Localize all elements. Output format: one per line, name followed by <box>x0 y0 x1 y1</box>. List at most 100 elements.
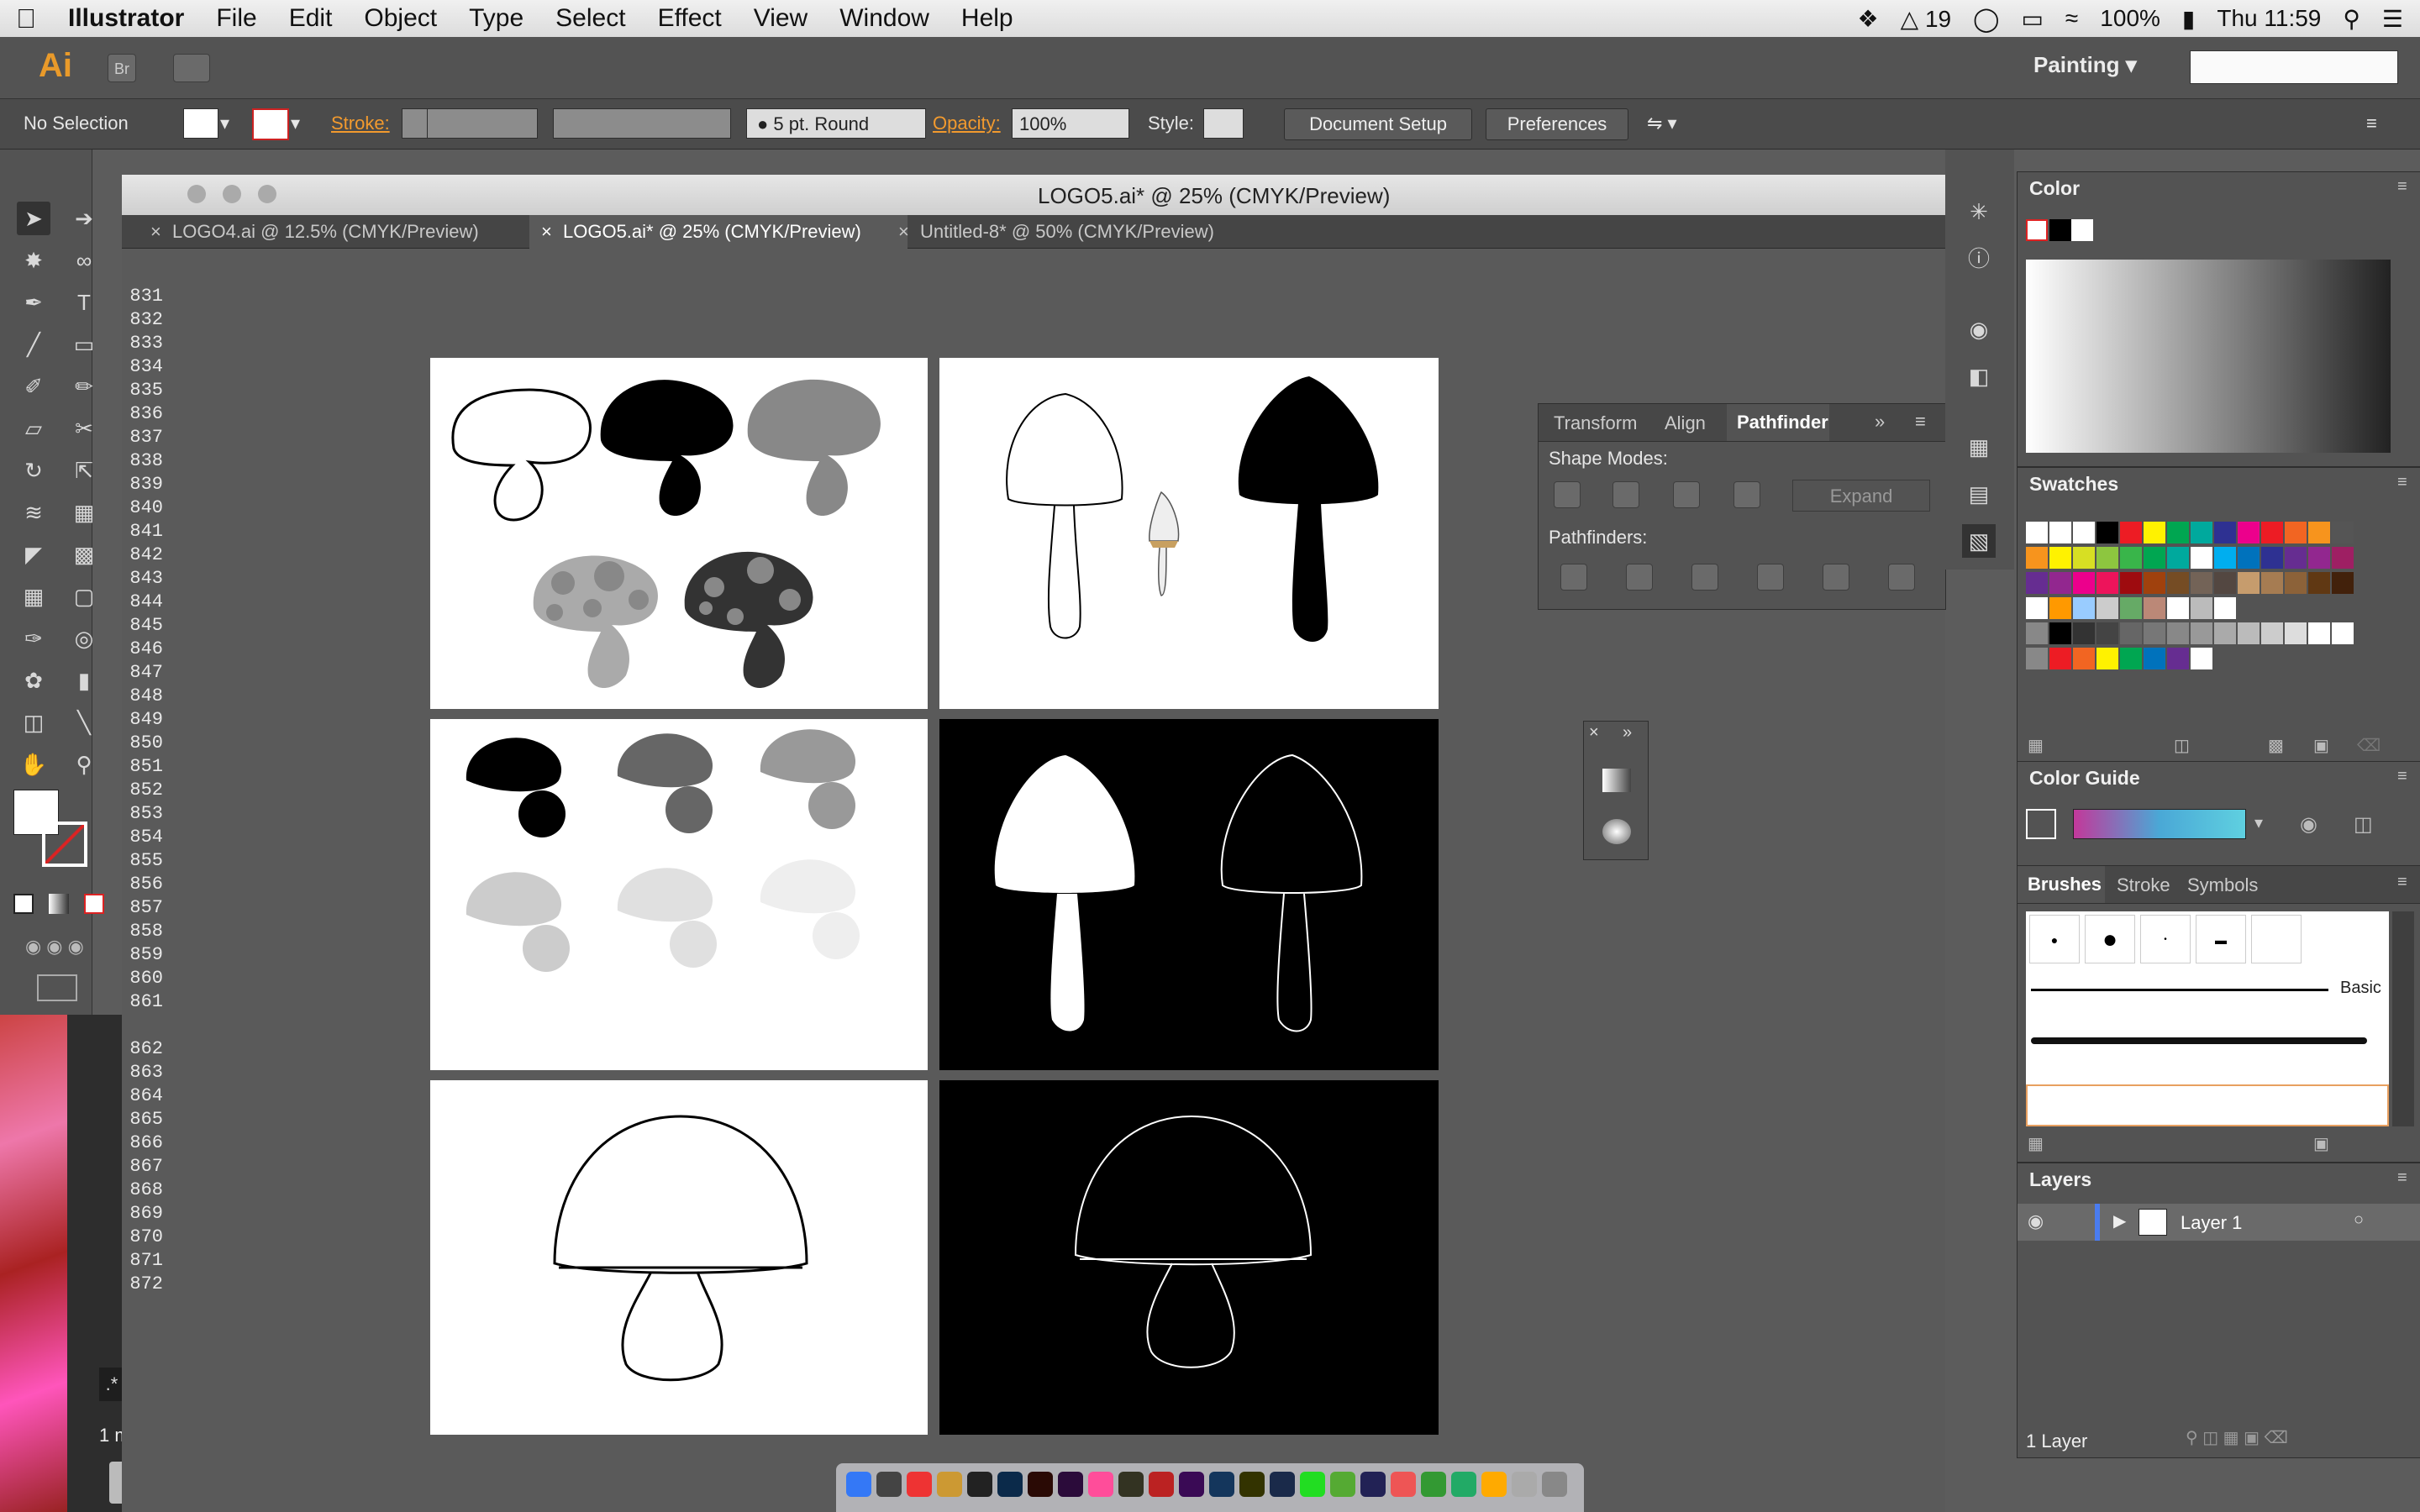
color-swatch[interactable] <box>2049 597 2071 619</box>
control-menu-icon[interactable]: ≡ <box>2366 108 2400 139</box>
dock-app-icon[interactable] <box>937 1472 962 1497</box>
color-swatch[interactable] <box>2308 522 2330 543</box>
color-swatch[interactable] <box>2096 622 2118 644</box>
close-icon[interactable]: × <box>1589 723 1599 743</box>
preferences-button[interactable]: Preferences <box>1486 108 1628 140</box>
workspace-switcher[interactable]: Painting ▾ <box>2033 52 2137 78</box>
minimize-window-button[interactable] <box>223 185 241 203</box>
color-swatch[interactable] <box>2096 597 2118 619</box>
color-swatch[interactable] <box>2026 648 2048 669</box>
gradient-icon[interactable]: ▢ <box>67 580 101 613</box>
layer-row[interactable]: ◉ ▶ Layer 1 ○ <box>2018 1204 2420 1241</box>
color-swatch[interactable] <box>2049 522 2071 543</box>
color-swatch[interactable] <box>2120 597 2142 619</box>
edit-colors-icon[interactable]: ◉ <box>2300 812 2317 837</box>
color-swatch[interactable] <box>2096 522 2118 543</box>
airplay-icon[interactable]: ▭ <box>2021 5 2043 33</box>
layer-actions-icons[interactable]: ⚲ ◫ ▦ ▣ ⌫ <box>2186 1427 2288 1448</box>
brush-library-icon[interactable]: ▦ <box>2028 1133 2044 1154</box>
base-color-swatch[interactable] <box>2026 809 2056 839</box>
panel-expand-icon[interactable]: » <box>1623 723 1632 743</box>
white-swatch[interactable] <box>2071 219 2093 241</box>
graph-icon[interactable]: ▮ <box>67 664 101 697</box>
arrange-icon[interactable]: ⇋ ▾ <box>1647 108 1697 139</box>
close-window-button[interactable] <box>187 185 206 203</box>
dock-app-icon[interactable] <box>1239 1472 1265 1497</box>
color-swatch[interactable] <box>2261 622 2283 644</box>
close-icon[interactable]: × <box>150 215 161 249</box>
chevron-down-icon[interactable]: ▾ <box>291 108 308 139</box>
appearance-icon[interactable]: ◉ <box>1962 312 1996 346</box>
color-swatch[interactable] <box>2332 572 2354 594</box>
new-brush-icon[interactable]: ▣ <box>2313 1133 2329 1154</box>
type-tool-icon[interactable]: T <box>67 286 101 319</box>
color-swatch[interactable] <box>2332 547 2354 569</box>
color-swatch[interactable] <box>2049 622 2071 644</box>
trim-icon[interactable] <box>1626 564 1653 591</box>
panel-menu-icon[interactable]: ≡ <box>2397 873 2407 892</box>
opacity-label[interactable]: Opacity: <box>933 108 1001 139</box>
dock-app-icon[interactable] <box>1421 1472 1446 1497</box>
dock-app-icon[interactable] <box>846 1472 871 1497</box>
menu-view[interactable]: View <box>738 4 823 33</box>
menu-window[interactable]: Window <box>823 4 945 33</box>
color-swatch[interactable] <box>2144 522 2165 543</box>
brush-pattern-stroke[interactable] <box>2026 1084 2389 1126</box>
dock-app-icon[interactable] <box>907 1472 932 1497</box>
color-swatch[interactable] <box>2191 648 2212 669</box>
intersect-icon[interactable] <box>1673 481 1700 508</box>
color-swatch[interactable] <box>2191 522 2212 543</box>
color-swatch[interactable] <box>2167 648 2189 669</box>
color-swatch[interactable] <box>2167 622 2189 644</box>
wifi-icon[interactable]: ≈ <box>2065 5 2078 32</box>
dock-app-icon[interactable] <box>1542 1472 1567 1497</box>
color-swatch[interactable] <box>2261 572 2283 594</box>
perspective-grid-icon[interactable]: ▩ <box>67 538 101 571</box>
minus-front-icon[interactable] <box>1612 481 1639 508</box>
graphic-styles-icon[interactable]: ◧ <box>1962 360 1996 393</box>
color-swatch[interactable] <box>2261 522 2283 543</box>
artboard-icon[interactable]: ◫ <box>17 706 50 739</box>
transform-icon[interactable]: ▦ <box>1962 430 1996 464</box>
tab-untitled-8[interactable]: × Untitled-8* @ 50% (CMYK/Preview) <box>886 215 1281 249</box>
scissors-icon[interactable]: ✂ <box>67 412 101 445</box>
color-swatch[interactable] <box>2285 622 2307 644</box>
dock-app-icon[interactable] <box>1209 1472 1234 1497</box>
line-icon[interactable]: ╱ <box>17 328 50 361</box>
pathfinder-icon[interactable]: ▧ <box>1962 524 1996 558</box>
color-swatch[interactable] <box>2238 522 2260 543</box>
panel-menu-icon[interactable]: ≡ <box>2397 767 2407 786</box>
color-swatch[interactable] <box>2238 622 2260 644</box>
apple-icon[interactable]:  <box>0 3 52 34</box>
color-swatch[interactable] <box>2214 547 2236 569</box>
brush-empty[interactable] <box>2251 915 2302 963</box>
menu-effect[interactable]: Effect <box>642 4 738 33</box>
new-swatch-icon[interactable]: ▣ <box>2313 735 2329 756</box>
battery-percent[interactable]: 100% <box>2100 5 2160 32</box>
crop-icon[interactable] <box>1757 564 1784 591</box>
color-swatch[interactable] <box>2332 622 2354 644</box>
color-swatch[interactable] <box>2144 547 2165 569</box>
layers-panel-title[interactable]: Layers <box>2029 1168 2091 1191</box>
brush-definition[interactable]: ● 5 pt. Round <box>746 108 926 139</box>
brush-dot-tiny[interactable]: • <box>2140 915 2191 963</box>
dock-app-icon[interactable] <box>1451 1472 1476 1497</box>
panel-menu-icon[interactable]: ≡ <box>1915 411 1926 433</box>
color-swatch[interactable] <box>2049 572 2071 594</box>
color-swatch[interactable] <box>2214 572 2236 594</box>
brush-basic-stroke[interactable] <box>2031 989 2328 991</box>
color-swatch[interactable] <box>2026 597 2048 619</box>
arrange-documents-icon[interactable] <box>173 54 210 82</box>
color-swatch[interactable] <box>2214 622 2236 644</box>
adobe-cc-icon[interactable]: △ 19 <box>1901 5 1951 33</box>
panel-menu-icon[interactable]: ≡ <box>2397 177 2407 197</box>
swatches-panel-title[interactable]: Swatches <box>2029 473 2118 496</box>
layer-name[interactable]: Layer 1 <box>2181 1212 2242 1234</box>
color-swatch[interactable] <box>2096 572 2118 594</box>
color-swatch[interactable] <box>2167 547 2189 569</box>
color-swatch[interactable] <box>2238 547 2260 569</box>
folder-icon[interactable]: ▩ <box>2268 735 2284 756</box>
swatch-library-icon[interactable]: ▦ <box>2028 735 2044 756</box>
dock-app-icon[interactable] <box>1270 1472 1295 1497</box>
color-swatch[interactable] <box>2167 597 2189 619</box>
